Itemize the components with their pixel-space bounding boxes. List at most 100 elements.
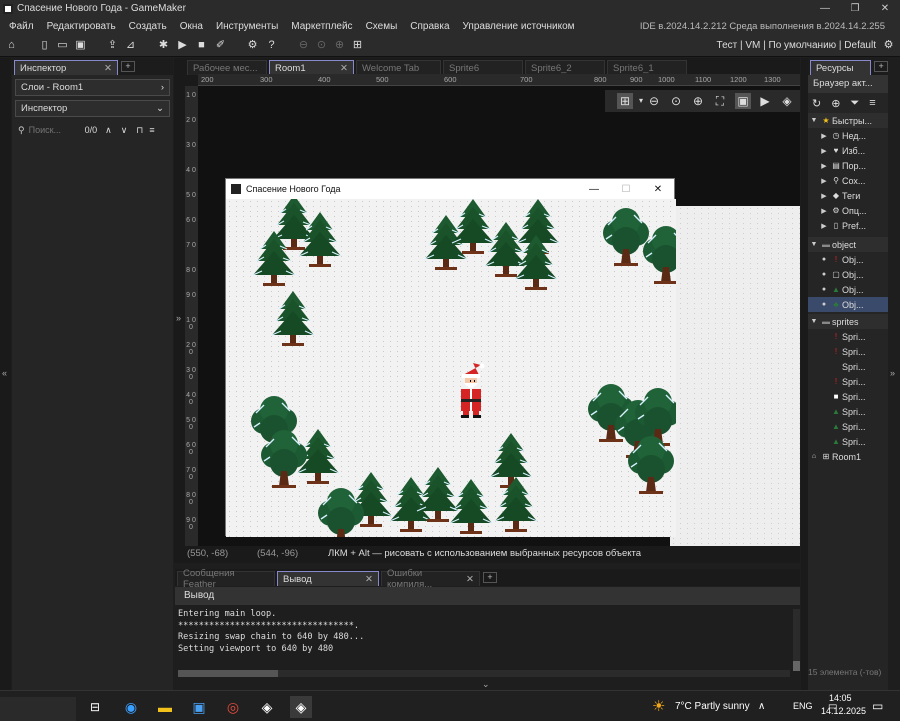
tab-feather-messages[interactable]: Сообщения Feather — [177, 568, 275, 590]
file-explorer-icon[interactable]: ▬ — [154, 696, 176, 718]
paint-bucket-icon[interactable]: ◈ — [779, 93, 795, 109]
lock-icon[interactable]: ⊓ — [136, 125, 143, 136]
new-project-icon[interactable]: ▯ — [37, 38, 52, 53]
tab-sprite6-1[interactable]: Sprite6_1 — [607, 60, 687, 75]
zoom-reset-icon[interactable]: ⊙ — [668, 93, 684, 109]
tree-item-sprite[interactable]: ▲ Spri... — [808, 419, 888, 434]
collapse-left-icon[interactable]: « — [2, 368, 7, 378]
refresh-icon[interactable]: ↻ — [812, 97, 821, 110]
tree-item-tags[interactable]: ▶ ◆ Теги — [808, 188, 888, 203]
tree-item-sprite[interactable]: ▲ Spri... — [808, 434, 888, 449]
tree-item-sprite[interactable]: Spri... — [808, 359, 888, 374]
scrollbar-thumb[interactable] — [178, 670, 278, 677]
tab-sprite6[interactable]: Sprite6 — [443, 60, 523, 75]
grid-layout-icon[interactable]: ⊞ — [350, 38, 365, 53]
left-dock-collapse[interactable]: « — [0, 58, 11, 690]
tab-output[interactable]: Вывод ✕ — [277, 571, 379, 586]
close-tab-icon[interactable]: ✕ — [466, 574, 474, 585]
horizontal-scrollbar[interactable] — [178, 670, 790, 677]
menu-help[interactable]: Справка — [410, 21, 449, 32]
tree-group-objects[interactable]: ▼ ▬ object — [808, 237, 888, 252]
zoom-in-icon[interactable]: ⊕ — [332, 38, 347, 53]
add-tab-button[interactable]: + — [483, 572, 497, 583]
tree-item-recent[interactable]: ▶ ◷ Нед... — [808, 128, 888, 143]
close-tab-icon[interactable]: ✕ — [365, 574, 373, 585]
stop-icon[interactable]: ■ — [194, 38, 209, 53]
tree-item-room[interactable]: ⌂ ⊞ Room1 — [808, 449, 888, 464]
filter-icon[interactable]: ⏷ — [850, 97, 859, 110]
restore-button[interactable]: ❐ — [840, 3, 870, 14]
add-asset-icon[interactable]: ⊕ — [831, 97, 840, 110]
collapse-icon[interactable]: » — [176, 313, 181, 323]
clock-date[interactable]: 14.12.2025 — [821, 706, 866, 716]
tree-item-object[interactable]: ● ▢ Obj... — [808, 267, 888, 282]
gamemaker-taskbar-icon[interactable]: ◈ — [256, 696, 278, 718]
tab-resources[interactable]: Ресурсы — [810, 60, 872, 75]
minimize-button[interactable]: — — [810, 3, 840, 14]
create-exe-icon[interactable]: ⇪ — [105, 38, 120, 53]
tree-item-options[interactable]: ▶ ⚙ Опц... — [808, 203, 888, 218]
grid-icon[interactable]: ⊞ — [617, 93, 633, 109]
menu-file[interactable]: Файл — [9, 21, 34, 32]
debug-icon[interactable]: ✱ — [156, 38, 171, 53]
output-log[interactable]: Entering main loop. ********************… — [178, 609, 790, 669]
inspector-dropdown[interactable]: Инспектор ⌄ — [15, 100, 170, 117]
close-button[interactable]: ✕ — [870, 3, 900, 14]
menu-edit[interactable]: Редактировать — [47, 21, 116, 32]
zoom-in-icon[interactable]: ⊕ — [690, 93, 706, 109]
menu-windows[interactable]: Окна — [180, 21, 203, 32]
tree-item-sprite[interactable]: ! Spri... — [808, 344, 888, 359]
gamemaker-active-taskbar-icon[interactable]: ◈ — [290, 696, 312, 718]
fit-view-icon[interactable]: ⛶ — [712, 93, 728, 109]
notifications-icon[interactable]: ▭ — [872, 699, 883, 713]
clean-icon[interactable]: ✐ — [213, 38, 228, 53]
tree-item-object-selected[interactable]: ● ♣ Obj... — [808, 297, 888, 312]
package-icon[interactable]: ⊿ — [123, 38, 138, 53]
tree-item-favorites[interactable]: ▶ ♥ Изб... — [808, 143, 888, 158]
system-tray-chevron-icon[interactable]: ∧ — [758, 701, 765, 712]
scrollbar-thumb[interactable] — [793, 661, 800, 671]
language-indicator[interactable]: ENG — [793, 701, 813, 711]
play-icon[interactable]: ▶ — [757, 93, 773, 109]
tree-item-sprite[interactable]: ▲ Spri... — [808, 404, 888, 419]
clock-time[interactable]: 14:05 — [829, 693, 852, 703]
right-splitter[interactable] — [801, 58, 808, 690]
vertical-scrollbar[interactable] — [793, 609, 800, 671]
zoom-reset-icon[interactable]: ⊙ — [314, 38, 329, 53]
tree-item-prefabs[interactable]: ▶ ▯ Pref... — [808, 218, 888, 233]
tab-sprite6-2[interactable]: Sprite6_2 — [525, 60, 605, 75]
next-match-icon[interactable]: ∨ — [121, 125, 128, 136]
tree-group-sprites[interactable]: ▼ ▬ sprites — [808, 314, 888, 329]
game-maximize-button[interactable]: ☐ — [610, 184, 642, 195]
task-view-icon[interactable]: ⊟ — [84, 696, 106, 718]
search-input[interactable] — [28, 125, 83, 135]
zoom-out-icon[interactable]: ⊖ — [646, 93, 662, 109]
menu-schemes[interactable]: Схемы — [366, 21, 398, 32]
tree-item-object[interactable]: ●! Obj... — [808, 252, 888, 267]
zoom-out-icon[interactable]: ⊖ — [296, 38, 311, 53]
close-tab-icon[interactable]: ✕ — [340, 63, 348, 74]
tab-welcome[interactable]: Welcome Tab — [356, 60, 441, 75]
menu-source-control[interactable]: Управление источником — [463, 21, 575, 32]
target-settings-icon[interactable]: ⚙ — [881, 38, 896, 53]
add-tab-button[interactable]: + — [121, 61, 135, 72]
tree-item-sprite[interactable]: ! Spri... — [808, 329, 888, 344]
menu-marketplace[interactable]: Маркетплейс — [291, 21, 352, 32]
menu-create[interactable]: Создать — [129, 21, 167, 32]
expand-panel-icon[interactable]: ⌄ — [482, 679, 490, 690]
menu-icon[interactable]: ≡ — [149, 125, 154, 135]
frame-icon[interactable]: ▣ — [735, 93, 751, 109]
settings-gear-icon[interactable]: ⚙ — [245, 38, 260, 53]
game-close-button[interactable]: ✕ — [642, 184, 674, 195]
microsoft-store-icon[interactable]: ▣ — [188, 696, 210, 718]
target-selector[interactable]: Тест | VM | По умолчанию | Default — [717, 40, 876, 51]
previous-match-icon[interactable]: ∧ — [105, 125, 112, 136]
tree-item-order[interactable]: ▶ ▤ Пор... — [808, 158, 888, 173]
close-tab-icon[interactable]: ✕ — [104, 63, 112, 74]
tree-quick-access[interactable]: ▼ ★ Быстры... — [808, 113, 888, 128]
menu-icon[interactable]: ≡ — [869, 97, 875, 109]
collapse-right-icon[interactable]: » — [890, 368, 895, 378]
tab-workspace[interactable]: Рабочее мес... — [187, 60, 267, 75]
tab-inspector[interactable]: Инспектор ✕ — [14, 60, 118, 75]
home-icon[interactable]: ⌂ — [4, 38, 19, 53]
